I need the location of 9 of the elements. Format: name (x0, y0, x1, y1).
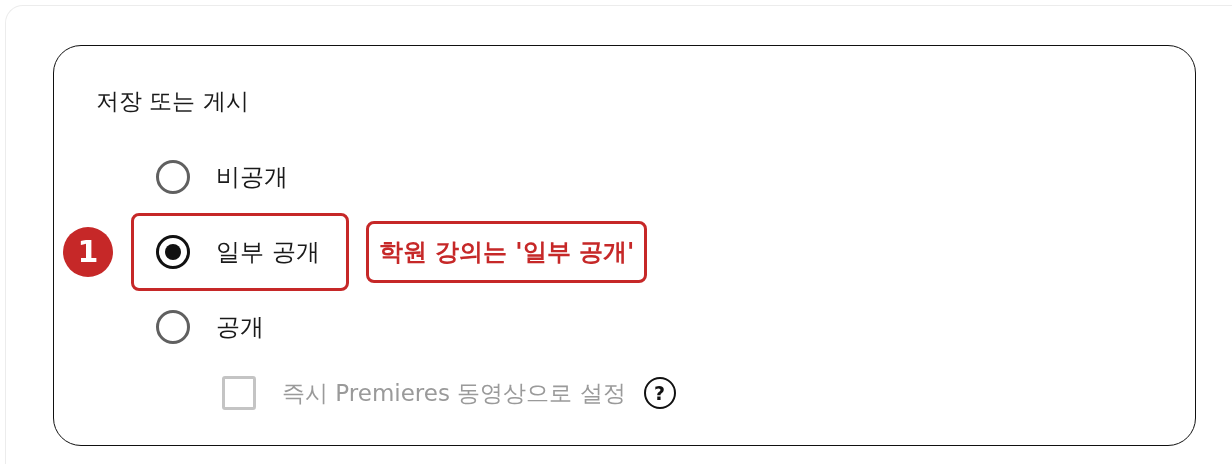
step-badge: 1 (63, 226, 113, 277)
option-label[interactable]: 비공개 (216, 160, 288, 193)
option-label[interactable]: 일부 공개 (216, 235, 320, 268)
radio-button[interactable] (156, 234, 190, 269)
section-title: 저장 또는 게시 (96, 87, 250, 116)
radio-button[interactable] (156, 309, 190, 344)
annotation-note: 학원 강의는 '일부 공개' (365, 220, 648, 283)
option-label[interactable]: 공개 (216, 310, 264, 343)
radio-button[interactable] (156, 159, 190, 194)
